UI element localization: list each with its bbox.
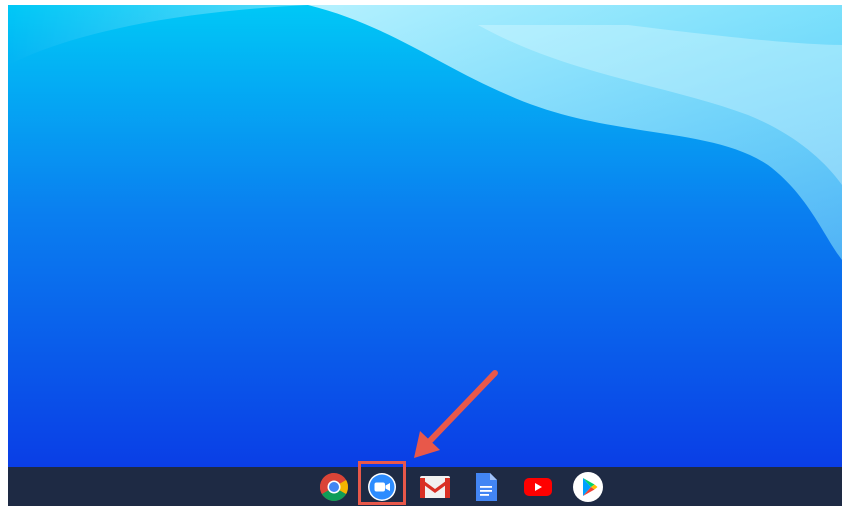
chromeos-desktop [8,5,842,506]
zoom-app[interactable] [365,470,399,504]
gmail-app[interactable] [418,470,452,504]
shelf [8,467,842,506]
google-docs-app[interactable] [469,470,503,504]
google-docs-icon [476,473,497,501]
wallpaper-graphic [8,5,842,467]
play-store-icon [573,472,603,502]
chrome-icon [320,473,348,501]
youtube-app[interactable] [521,470,555,504]
gmail-icon [420,476,450,498]
desktop-wallpaper [8,5,842,467]
chrome-app[interactable] [317,470,351,504]
zoom-icon [368,473,396,501]
youtube-icon [524,478,552,496]
play-store-app[interactable] [571,470,605,504]
